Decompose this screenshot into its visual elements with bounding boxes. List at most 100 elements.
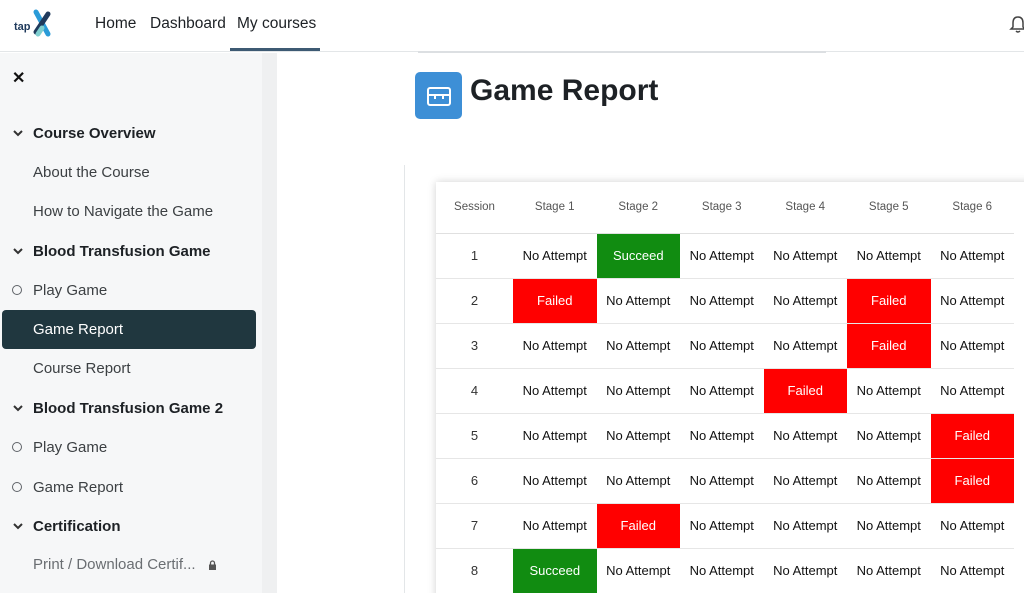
session-cell: 5: [436, 413, 513, 459]
stage-result-cell: No Attempt: [680, 413, 764, 459]
stage-result-cell: No Attempt: [930, 278, 1014, 324]
stage-result-cell: No Attempt: [930, 323, 1014, 369]
stage-result-cell: Failed: [930, 413, 1014, 459]
circle-icon: [12, 442, 22, 452]
stage-result-cell: No Attempt: [513, 368, 597, 414]
section-label: Certification: [33, 517, 121, 535]
stage-result-cell: No Attempt: [763, 323, 847, 369]
stage-result-cell: No Attempt: [930, 368, 1014, 414]
header-stage-5: Stage 5: [847, 182, 931, 234]
nav-home-link[interactable]: Home: [95, 15, 136, 33]
table-row: 8 Succeed No Attempt No Attempt No Attempt No…: [436, 548, 1014, 593]
table-row: 2 Failed No Attempt No Attempt No Attempt Fai…: [436, 278, 1014, 324]
session-cell: 6: [436, 458, 513, 504]
stage-result-cell: No Attempt: [763, 503, 847, 549]
section-label: Blood Transfusion Game 2: [33, 399, 224, 417]
stage-result-cell: Failed: [847, 323, 931, 369]
stage-result-cell: No Attempt: [763, 458, 847, 504]
table-header-row: Session Stage 1 Stage 2 Stage 3 Stage 4 Stage…: [436, 182, 1014, 234]
sidebar-item-certificate[interactable]: Print / Download Certif...: [33, 554, 217, 576]
header-divider: [418, 51, 826, 53]
stage-result-cell: No Attempt: [847, 413, 931, 459]
section-label: Blood Transfusion Game: [33, 242, 211, 260]
stage-result-cell: No Attempt: [680, 278, 764, 324]
circle-icon: [12, 482, 22, 492]
page-title: Game Report: [470, 74, 659, 107]
content-divider: [404, 165, 405, 593]
stage-result-cell: Succeed: [513, 548, 597, 593]
stage-result-cell: No Attempt: [847, 368, 931, 414]
stage-result-cell: No Attempt: [513, 413, 597, 459]
sidebar-item-label: Print / Download Certif...: [33, 556, 196, 573]
sidebar-item-game-report-active[interactable]: Game Report: [2, 310, 256, 349]
header-stage-4: Stage 4: [763, 182, 847, 234]
game-report-icon: [415, 72, 462, 119]
header-stage-2: Stage 2: [596, 182, 680, 234]
header-stage-3: Stage 3: [680, 182, 764, 234]
stage-result-cell: No Attempt: [930, 548, 1014, 593]
sidebar-item-play-game[interactable]: Play Game: [12, 279, 107, 301]
nav-dashboard-link[interactable]: Dashboard: [150, 15, 226, 33]
bell-icon[interactable]: [1008, 15, 1024, 35]
session-cell: 4: [436, 368, 513, 414]
stage-result-cell: No Attempt: [513, 503, 597, 549]
stage-result-cell: No Attempt: [596, 368, 680, 414]
close-sidebar-icon[interactable]: ✕: [12, 71, 26, 87]
table-row: 3 No Attempt No Attempt No Attempt No Attemp…: [436, 323, 1014, 369]
stage-result-cell: No Attempt: [680, 548, 764, 593]
stage-result-cell: No Attempt: [596, 413, 680, 459]
sidebar-item-label: Play Game: [33, 281, 108, 299]
stage-result-cell: Failed: [596, 503, 680, 549]
chevron-down-icon[interactable]: [12, 402, 24, 414]
stage-result-cell: No Attempt: [680, 503, 764, 549]
session-cell: 1: [436, 233, 513, 279]
stage-result-cell: No Attempt: [513, 323, 597, 369]
stage-result-cell: No Attempt: [847, 233, 931, 279]
sidebar-item-navigate-game[interactable]: How to Navigate the Game: [33, 201, 213, 223]
stage-result-cell: Failed: [763, 368, 847, 414]
box-icon: [426, 86, 451, 106]
table-row: 6 No Attempt No Attempt No Attempt No Attemp…: [436, 458, 1014, 504]
session-cell: 8: [436, 548, 513, 593]
nav-my-courses-link[interactable]: My courses: [237, 15, 316, 52]
sidebar-item-play-game-2[interactable]: Play Game: [12, 436, 107, 458]
tap-logo-icon[interactable]: tap: [14, 8, 54, 40]
chevron-down-icon[interactable]: [12, 520, 24, 532]
stage-result-cell: No Attempt: [847, 548, 931, 593]
stage-result-cell: No Attempt: [680, 323, 764, 369]
table-row: 1 No Attempt Succeed No Attempt No Attempt No…: [436, 233, 1014, 279]
sidebar-item-course-report[interactable]: Course Report: [33, 358, 131, 380]
sidebar-item-game-report-2[interactable]: Game Report: [12, 476, 123, 498]
stage-result-cell: No Attempt: [763, 233, 847, 279]
sidebar-item-about-course[interactable]: About the Course: [33, 162, 150, 184]
nav-active-indicator: [230, 48, 320, 51]
top-navbar: tap Home Dashboard My courses: [0, 0, 1024, 52]
header-stage-6: Stage 6: [930, 182, 1014, 234]
stage-result-cell: No Attempt: [763, 548, 847, 593]
sidebar-item-label: Play Game: [33, 438, 108, 456]
section-blood-transfusion-game-2[interactable]: Blood Transfusion Game 2: [12, 397, 223, 419]
chevron-down-icon[interactable]: [12, 245, 24, 257]
session-cell: 2: [436, 278, 513, 324]
stage-result-cell: No Attempt: [680, 233, 764, 279]
stage-result-cell: Failed: [513, 278, 597, 324]
section-blood-transfusion-game[interactable]: Blood Transfusion Game: [12, 240, 211, 262]
stage-result-cell: No Attempt: [513, 233, 597, 279]
stage-result-cell: No Attempt: [847, 503, 931, 549]
stage-result-cell: No Attempt: [596, 323, 680, 369]
section-course-overview[interactable]: Course Overview: [12, 122, 156, 144]
svg-text:tap: tap: [14, 21, 31, 33]
chevron-down-icon[interactable]: [12, 127, 24, 139]
header-stage-1: Stage 1: [513, 182, 597, 234]
game-report-table: Session Stage 1 Stage 2 Stage 3 Stage 4 Stage…: [436, 182, 1014, 593]
stage-result-cell: Succeed: [596, 233, 680, 279]
sidebar-item-label: Game Report: [33, 478, 124, 496]
lock-icon: [208, 560, 216, 571]
section-label: Course Overview: [33, 124, 156, 142]
section-certification[interactable]: Certification: [12, 515, 121, 537]
stage-result-cell: No Attempt: [680, 458, 764, 504]
table-row: 5 No Attempt No Attempt No Attempt No Attemp…: [436, 413, 1014, 459]
stage-result-cell: No Attempt: [596, 548, 680, 593]
table-row: 4 No Attempt No Attempt No Attempt Failed No …: [436, 368, 1014, 414]
stage-result-cell: Failed: [930, 458, 1014, 504]
